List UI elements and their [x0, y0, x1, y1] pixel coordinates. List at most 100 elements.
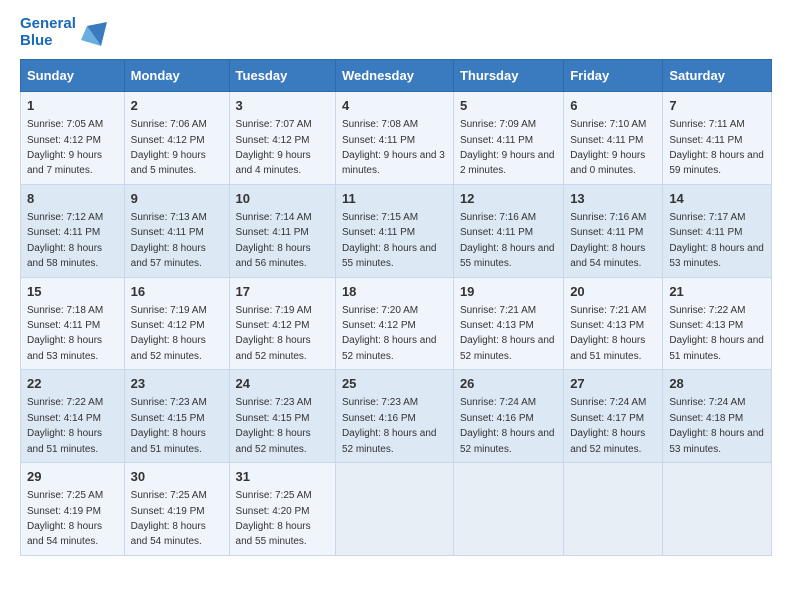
calendar-week-row: 29 Sunrise: 7:25 AM Sunset: 4:19 PM Dayligh… — [21, 463, 772, 556]
daylight-info: Daylight: 8 hours and 55 minutes. — [460, 243, 555, 269]
sunset-info: Sunset: 4:13 PM — [570, 320, 644, 331]
sunrise-info: Sunrise: 7:06 AM — [131, 119, 207, 130]
header-sunday: Sunday — [21, 60, 125, 92]
day-number: 9 — [131, 190, 223, 208]
day-number: 31 — [236, 468, 329, 486]
calendar-week-row: 8 Sunrise: 7:12 AM Sunset: 4:11 PM Daylight… — [21, 184, 772, 277]
header-wednesday: Wednesday — [335, 60, 453, 92]
sunrise-info: Sunrise: 7:25 AM — [27, 490, 103, 501]
calendar-table: SundayMondayTuesdayWednesdayThursdayFrid… — [20, 59, 772, 556]
calendar-header-row: SundayMondayTuesdayWednesdayThursdayFrid… — [21, 60, 772, 92]
day-number: 29 — [27, 468, 118, 486]
day-number: 16 — [131, 283, 223, 301]
calendar-cell: 30Sunrise: 7:25 AMSunset: 4:19 PMDayligh… — [124, 463, 229, 556]
sunrise-info: Sunrise: 7:24 AM — [669, 397, 745, 408]
sunset-info: Sunset: 4:16 PM — [460, 413, 534, 424]
sunrise-info: Sunrise: 7:11 AM — [669, 119, 744, 130]
header-tuesday: Tuesday — [229, 60, 335, 92]
day-number: 1 — [27, 97, 118, 115]
sunset-info: Sunset: 4:11 PM — [460, 135, 533, 146]
sunset-info: Sunset: 4:11 PM — [669, 135, 742, 146]
day-number: 8 — [27, 190, 118, 208]
page-header: General Blue — [20, 16, 772, 49]
sunset-info: Sunset: 4:12 PM — [236, 320, 310, 331]
sunset-info: Sunset: 4:11 PM — [669, 227, 742, 238]
sunset-info: Sunset: 4:12 PM — [27, 135, 101, 146]
daylight-info: Daylight: 8 hours and 53 minutes. — [669, 243, 764, 269]
sunrise-info: Sunrise: 7:22 AM — [669, 305, 745, 316]
day-number: 10 — [236, 190, 329, 208]
daylight-info: Daylight: 9 hours and 2 minutes. — [460, 150, 555, 176]
day-number: 13 — [570, 190, 656, 208]
sunset-info: Sunset: 4:14 PM — [27, 413, 101, 424]
day-number: 27 — [570, 375, 656, 393]
sunset-info: Sunset: 4:12 PM — [131, 135, 205, 146]
calendar-cell: 14 Sunrise: 7:17 AM Sunset: 4:11 PM Dayligh… — [663, 184, 772, 277]
daylight-info: Daylight: 8 hours and 55 minutes. — [236, 521, 311, 547]
header-saturday: Saturday — [663, 60, 772, 92]
sunrise-info: Sunrise: 7:14 AM — [236, 212, 312, 223]
sunrise-info: Sunrise: 7:21 AM — [460, 305, 536, 316]
sunset-info: Sunset: 4:13 PM — [460, 320, 534, 331]
day-number: 12 — [460, 190, 557, 208]
day-number: 19 — [460, 283, 557, 301]
daylight-info: Daylight: 8 hours and 52 minutes. — [131, 335, 206, 361]
calendar-cell: 16Sunrise: 7:19 AMSunset: 4:12 PMDayligh… — [124, 277, 229, 370]
calendar-cell: 22Sunrise: 7:22 AMSunset: 4:14 PMDayligh… — [21, 370, 125, 463]
sunset-info: Sunset: 4:11 PM — [460, 227, 533, 238]
sunrise-info: Sunrise: 7:16 AM — [570, 212, 646, 223]
sunset-info: Sunset: 4:11 PM — [27, 227, 100, 238]
calendar-cell: 3Sunrise: 7:07 AMSunset: 4:12 PMDaylight… — [229, 92, 335, 185]
calendar-cell: 17Sunrise: 7:19 AMSunset: 4:12 PMDayligh… — [229, 277, 335, 370]
sunrise-info: Sunrise: 7:08 AM — [342, 119, 418, 130]
day-number: 5 — [460, 97, 557, 115]
sunset-info: Sunset: 4:12 PM — [131, 320, 205, 331]
day-number: 22 — [27, 375, 118, 393]
calendar-cell: 7Sunrise: 7:11 AMSunset: 4:11 PMDaylight… — [663, 92, 772, 185]
calendar-cell: 24Sunrise: 7:23 AMSunset: 4:15 PMDayligh… — [229, 370, 335, 463]
calendar-cell: 8Sunrise: 7:12 AMSunset: 4:11 PMDaylight… — [21, 184, 125, 277]
daylight-info: Daylight: 8 hours and 59 minutes. — [669, 150, 764, 176]
sunrise-info: Sunrise: 7:23 AM — [236, 397, 312, 408]
header-monday: Monday — [124, 60, 229, 92]
sunset-info: Sunset: 4:18 PM — [669, 413, 743, 424]
sunrise-info: Sunrise: 7:18 AM — [27, 305, 103, 316]
daylight-info: Daylight: 9 hours and 5 minutes. — [131, 150, 206, 176]
sunrise-info: Sunrise: 7:24 AM — [570, 397, 646, 408]
daylight-info: Daylight: 9 hours and 3 minutes. — [342, 150, 445, 176]
calendar-cell: 12 Sunrise: 7:16 AM Sunset: 4:11 PM Dayligh… — [453, 184, 563, 277]
sunset-info: Sunset: 4:19 PM — [27, 506, 101, 517]
sunrise-info: Sunrise: 7:13 AM — [131, 212, 207, 223]
sunrise-info: Sunrise: 7:09 AM — [460, 119, 536, 130]
calendar-cell: 31Sunrise: 7:25 AMSunset: 4:20 PMDayligh… — [229, 463, 335, 556]
day-number: 6 — [570, 97, 656, 115]
day-number: 21 — [669, 283, 765, 301]
sunrise-info: Sunrise: 7:16 AM — [460, 212, 536, 223]
day-number: 20 — [570, 283, 656, 301]
sunrise-info: Sunrise: 7:24 AM — [460, 397, 536, 408]
daylight-info: Daylight: 8 hours and 51 minutes. — [131, 428, 206, 454]
calendar-cell: 1Sunrise: 7:05 AMSunset: 4:12 PMDaylight… — [21, 92, 125, 185]
daylight-info: Daylight: 8 hours and 54 minutes. — [570, 243, 645, 269]
calendar-week-row: 15Sunrise: 7:18 AMSunset: 4:11 PMDayligh… — [21, 277, 772, 370]
calendar-cell: 27Sunrise: 7:24 AMSunset: 4:17 PMDayligh… — [564, 370, 663, 463]
sunrise-info: Sunrise: 7:10 AM — [570, 119, 646, 130]
daylight-info: Daylight: 8 hours and 51 minutes. — [570, 335, 645, 361]
sunrise-info: Sunrise: 7:23 AM — [131, 397, 207, 408]
day-number: 15 — [27, 283, 118, 301]
sunrise-info: Sunrise: 7:25 AM — [236, 490, 312, 501]
day-number: 14 — [669, 190, 765, 208]
daylight-info: Daylight: 8 hours and 55 minutes. — [342, 243, 437, 269]
sunrise-info: Sunrise: 7:12 AM — [27, 212, 103, 223]
calendar-cell — [663, 463, 772, 556]
day-number: 26 — [460, 375, 557, 393]
calendar-cell: 23Sunrise: 7:23 AMSunset: 4:15 PMDayligh… — [124, 370, 229, 463]
calendar-cell: 28Sunrise: 7:24 AMSunset: 4:18 PMDayligh… — [663, 370, 772, 463]
day-number: 30 — [131, 468, 223, 486]
sunrise-info: Sunrise: 7:17 AM — [669, 212, 745, 223]
day-number: 2 — [131, 97, 223, 115]
sunrise-info: Sunrise: 7:25 AM — [131, 490, 207, 501]
daylight-info: Daylight: 8 hours and 54 minutes. — [27, 521, 102, 547]
logo-icon — [79, 18, 109, 48]
daylight-info: Daylight: 8 hours and 53 minutes. — [27, 335, 102, 361]
